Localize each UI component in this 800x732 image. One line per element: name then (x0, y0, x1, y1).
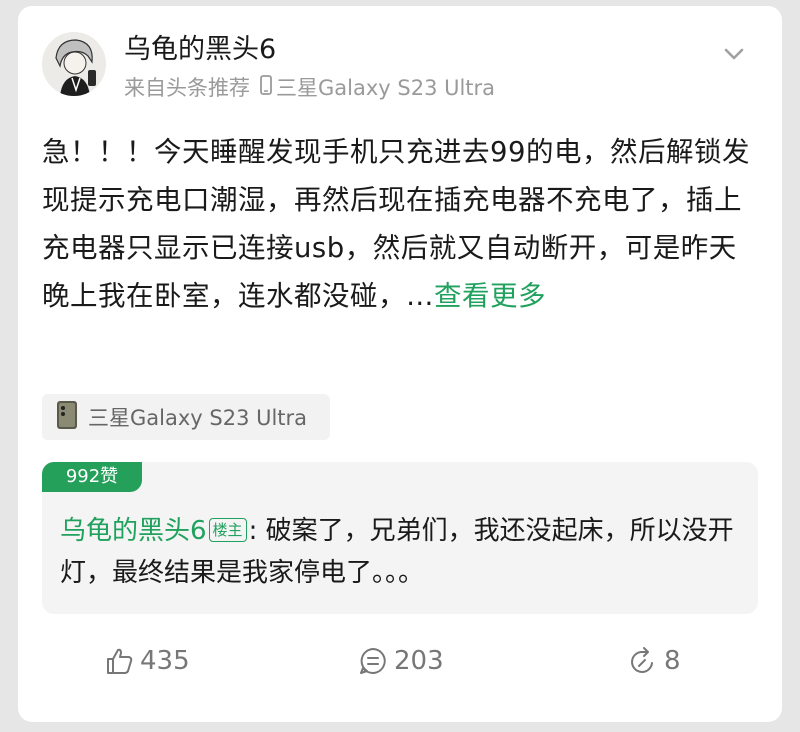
share-count: 8 (664, 646, 681, 676)
share-button[interactable]: 8 (628, 646, 681, 676)
post-meta: 来自头条推荐 三星Galaxy S23 Ultra (124, 74, 495, 102)
source-label: 来自头条推荐 (124, 76, 250, 100)
see-more-link[interactable]: 查看更多 (434, 280, 546, 312)
post-body[interactable]: 急！！！今天睡醒发现手机只充进去99的电，然后解锁发现提示充电口潮湿，再然后现在… (42, 128, 762, 320)
op-badge: 楼主 (208, 518, 247, 542)
chevron-down-icon[interactable] (718, 38, 750, 70)
like-button[interactable]: 435 (104, 646, 190, 676)
device-thumbnail-icon (56, 400, 78, 434)
reply-author[interactable]: 乌龟的黑头6 (60, 516, 207, 546)
reply-content: 乌龟的黑头6 楼主: 破案了，兄弟们，我还没起床，所以没开灯，最终结果是我家停电了… (60, 510, 750, 594)
device-chip-label: 三星Galaxy S23 Ultra (88, 406, 308, 430)
post-card: 乌龟的黑头6 来自头条推荐 三星Galaxy S23 Ultra 急！！！今天睡… (18, 6, 782, 722)
comment-button[interactable]: 203 (358, 646, 444, 676)
avatar[interactable] (42, 32, 106, 96)
device-chip[interactable]: 三星Galaxy S23 Ultra (42, 394, 330, 440)
comment-count: 203 (394, 646, 444, 676)
thumbs-up-icon (107, 648, 133, 674)
comment-icon (360, 648, 386, 674)
share-icon (631, 647, 653, 673)
reply-likes-badge: 992赞 (42, 462, 142, 492)
top-reply[interactable]: 992赞 乌龟的黑头6 楼主: 破案了，兄弟们，我还没起床，所以没开灯，最终结果是… (42, 462, 758, 614)
like-count: 435 (140, 646, 190, 676)
device-label: 三星Galaxy S23 Ultra (276, 76, 496, 100)
post-body-text: 急！！！今天睡醒发现手机只充进去99的电，然后解锁发现提示充电口潮湿，再然后现在… (42, 136, 750, 312)
username[interactable]: 乌龟的黑头6 (124, 32, 276, 68)
phone-icon (260, 74, 272, 102)
